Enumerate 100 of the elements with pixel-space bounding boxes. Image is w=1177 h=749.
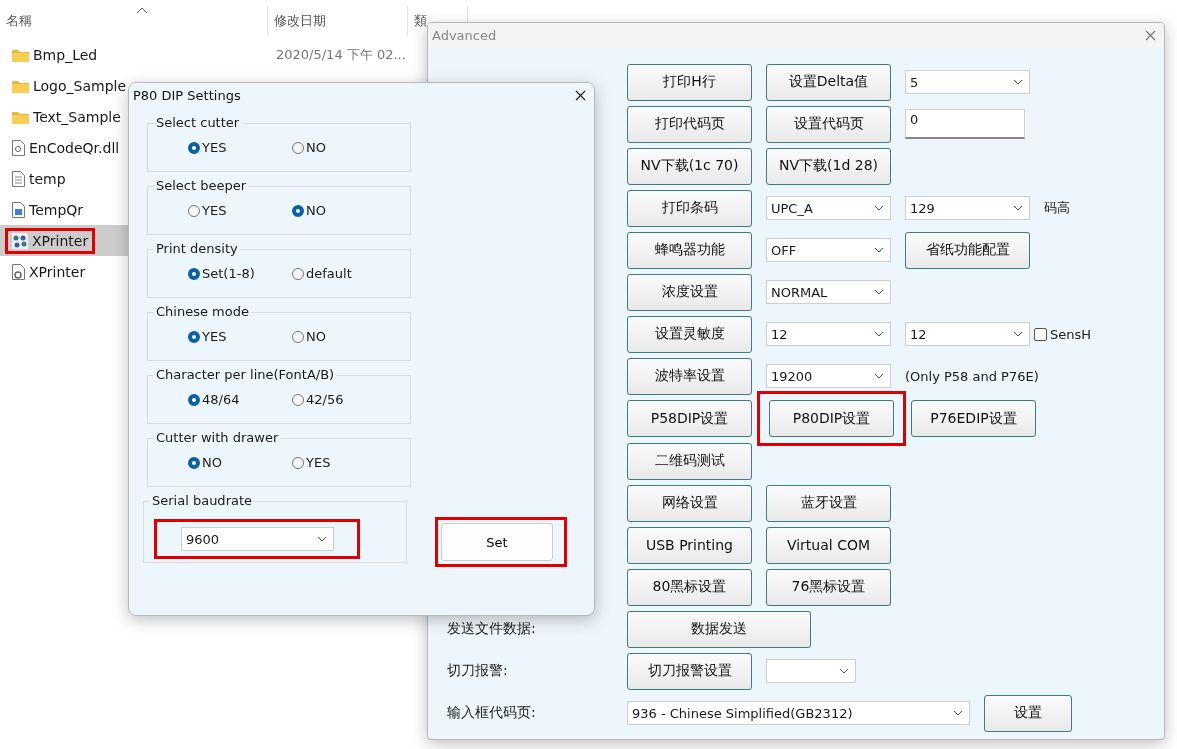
action-button[interactable]: 数据发送 xyxy=(627,610,811,648)
radio-option[interactable]: NO xyxy=(292,203,396,218)
radio-button[interactable] xyxy=(292,456,304,469)
file-row[interactable]: Bmp_Led xyxy=(0,39,130,70)
radio-button[interactable] xyxy=(292,141,304,154)
action-button[interactable]: 设置代码页 xyxy=(766,105,891,143)
image-file-icon xyxy=(12,201,25,218)
set-button[interactable]: Set xyxy=(441,523,553,561)
dropdown[interactable]: 936 - Chinese Simplified(GB2312) xyxy=(627,701,970,725)
radio-option[interactable]: default xyxy=(292,266,396,281)
radio-button[interactable] xyxy=(188,141,200,154)
group-title: Print density xyxy=(154,241,240,256)
file-name: XPrinter xyxy=(32,232,89,249)
radio-button[interactable] xyxy=(292,267,304,280)
radio-button[interactable] xyxy=(292,393,304,406)
action-button[interactable]: 蓝牙设置 xyxy=(766,484,891,522)
file-row[interactable]: XPrinter xyxy=(0,225,130,256)
column-header[interactable]: 類 xyxy=(414,12,427,30)
file-name: TempQr xyxy=(29,201,84,218)
radio-option[interactable]: YES xyxy=(292,455,396,470)
action-button[interactable]: NV下载(1c 70) xyxy=(627,147,752,185)
dropdown[interactable]: 12 xyxy=(905,322,1030,346)
action-button[interactable]: 设置 xyxy=(984,694,1072,732)
radio-option[interactable]: YES xyxy=(188,203,292,218)
group-title: Select beeper xyxy=(154,178,249,193)
radio-option[interactable]: NO xyxy=(292,329,396,344)
file-row[interactable]: Logo_Sample xyxy=(0,70,130,101)
action-button[interactable]: Virtual COM xyxy=(766,526,891,564)
checkbox[interactable]: SensH xyxy=(1034,326,1092,342)
radio-button[interactable] xyxy=(188,267,200,280)
radio-button[interactable] xyxy=(292,330,304,343)
action-button[interactable]: 波特率设置 xyxy=(627,357,752,395)
window-title: Advanced xyxy=(432,27,497,43)
folder-icon xyxy=(12,47,29,62)
dropdown[interactable]: 5 xyxy=(905,70,1030,94)
input-field[interactable]: 0 xyxy=(905,109,1025,139)
action-button[interactable]: 省纸功能配置 xyxy=(905,231,1030,269)
action-button[interactable]: 设置灵敏度 xyxy=(627,315,752,353)
group-title: Select cutter xyxy=(154,115,242,130)
radio-option[interactable]: 42/56 xyxy=(292,392,396,407)
action-button[interactable]: 切刀报警设置 xyxy=(627,652,752,690)
file-row[interactable]: temp xyxy=(0,163,130,194)
action-button[interactable]: 80黑标设置 xyxy=(627,568,752,606)
column-header[interactable]: 修改日期 xyxy=(274,12,326,30)
radio-option[interactable]: NO xyxy=(292,140,396,155)
file-row[interactable]: XPrinter xyxy=(0,256,130,287)
action-button[interactable]: P58DIP设置 xyxy=(627,400,752,437)
file-row[interactable]: TempQr xyxy=(0,194,130,225)
dropdown[interactable]: 12 xyxy=(766,322,891,346)
radio-button[interactable] xyxy=(292,204,304,217)
action-button[interactable]: 网络设置 xyxy=(627,484,752,522)
file-name: Logo_Sample xyxy=(33,77,127,94)
modified-date: 2020/5/14 下午 02... xyxy=(276,45,406,64)
file-row[interactable]: EnCodeQr.dll xyxy=(0,132,130,163)
action-button[interactable]: USB Printing xyxy=(627,526,752,564)
action-button[interactable]: P76EDIP设置 xyxy=(911,400,1036,437)
dropdown[interactable]: NORMAL xyxy=(766,280,891,304)
radio-button[interactable] xyxy=(188,456,200,469)
file-row[interactable]: Text_Sample xyxy=(0,101,130,132)
action-button[interactable]: P80DIP设置 xyxy=(769,400,894,437)
group-title: Cutter with drawer xyxy=(154,430,281,445)
dropdown[interactable]: 9600 xyxy=(181,527,334,551)
close-icon[interactable] xyxy=(575,89,586,101)
folder-icon xyxy=(12,78,29,93)
action-button[interactable]: NV下载(1d 28) xyxy=(766,147,891,185)
radio-button[interactable] xyxy=(188,204,200,217)
radio-option[interactable]: NO xyxy=(188,455,292,470)
action-button[interactable]: 设置Delta值 xyxy=(766,63,891,101)
action-button[interactable]: 浓度设置 xyxy=(627,273,752,311)
group-title: Chinese mode xyxy=(154,304,251,319)
dialog-title: P80 DIP Settings xyxy=(133,87,241,103)
dropdown[interactable]: OFF xyxy=(766,238,891,262)
file-name: Text_Sample xyxy=(33,108,121,125)
field-label: (Only P58 and P76E) xyxy=(905,368,1039,384)
radio-option[interactable]: YES xyxy=(188,140,292,155)
field-label: 码高 xyxy=(1044,199,1070,217)
document-icon xyxy=(12,170,25,187)
dropdown[interactable]: 129 xyxy=(905,196,1030,220)
radio-option[interactable]: YES xyxy=(188,329,292,344)
settings-file-icon xyxy=(12,263,25,280)
radio-option[interactable]: Set(1-8) xyxy=(188,266,292,281)
dropdown[interactable]: UPC_A xyxy=(766,196,891,220)
radio-button[interactable] xyxy=(188,393,200,406)
field-label: 发送文件数据: xyxy=(447,620,537,638)
action-button[interactable]: 76黑标设置 xyxy=(766,568,891,606)
action-button[interactable]: 打印条码 xyxy=(627,189,752,227)
file-name: XPrinter xyxy=(29,263,86,280)
dropdown[interactable]: 19200 xyxy=(766,364,891,388)
gear-file-icon xyxy=(12,139,25,156)
folder-icon xyxy=(12,109,29,124)
action-button[interactable]: 打印H行 xyxy=(627,63,752,101)
radio-option[interactable]: 48/64 xyxy=(188,392,292,407)
action-button[interactable]: 蜂鸣器功能 xyxy=(627,231,752,269)
action-button[interactable]: 二维码测试 xyxy=(627,442,752,480)
group-title: Serial baudrate xyxy=(150,493,255,508)
field-label: 切刀报警: xyxy=(447,662,509,680)
action-button[interactable]: 打印代码页 xyxy=(627,105,752,143)
column-header[interactable]: 名稱 xyxy=(6,12,32,30)
file-name: EnCodeQr.dll xyxy=(29,139,120,156)
radio-button[interactable] xyxy=(188,330,200,343)
